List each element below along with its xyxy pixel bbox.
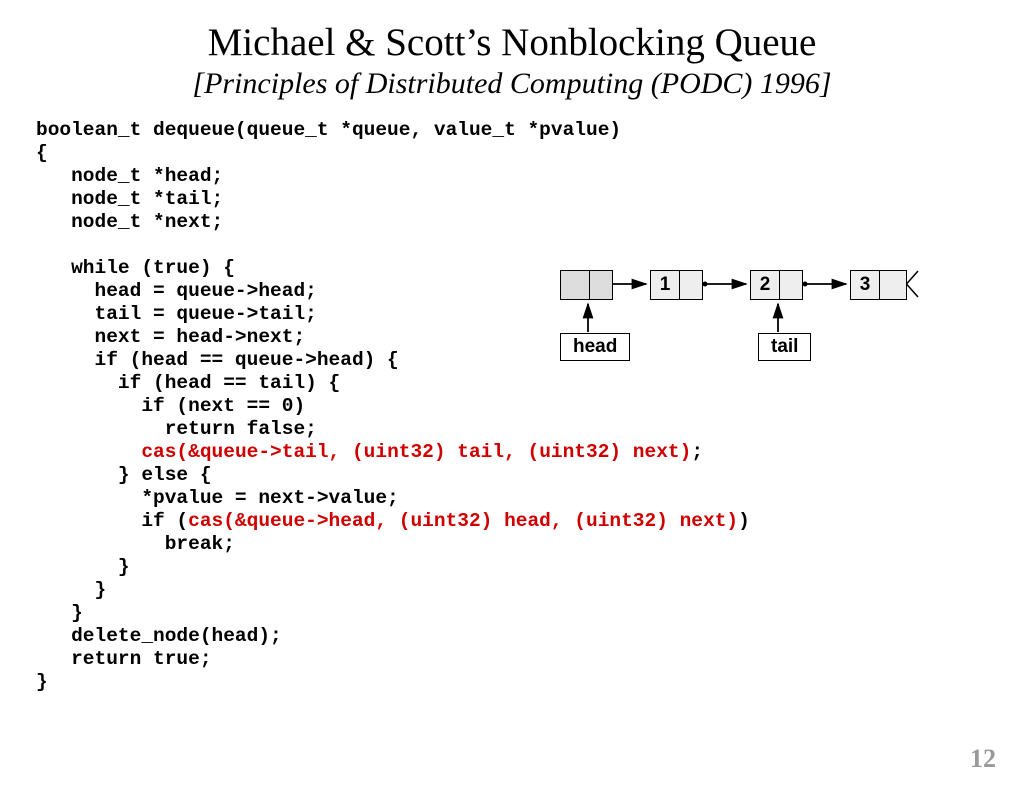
code-line: next = head->next; <box>36 326 305 348</box>
queue-node: 3 <box>850 270 907 300</box>
code-line: delete_node(head); <box>36 625 282 647</box>
code-line: } <box>36 556 130 578</box>
cas-call: cas(&queue->head, (uint32) head, (uint32… <box>188 510 738 532</box>
code-line: boolean_t dequeue(queue_t *queue, value_… <box>36 119 621 141</box>
code-line: if (head == queue->head) { <box>36 349 399 371</box>
node-pointer <box>679 271 702 299</box>
code-line: cas(&queue->tail, (uint32) tail, (uint32… <box>36 441 703 463</box>
code-line: { <box>36 142 48 164</box>
page-number: 12 <box>970 744 996 774</box>
code-line: } else { <box>36 464 212 486</box>
node-value: 3 <box>851 271 879 299</box>
code-block: boolean_t dequeue(queue_t *queue, value_… <box>36 119 1024 694</box>
code-line: return true; <box>36 648 212 670</box>
cas-call: cas(&queue->tail, (uint32) tail, (uint32… <box>141 441 691 463</box>
node-pointer <box>589 271 612 299</box>
code-line: node_t *head; <box>36 165 223 187</box>
code-line: while (true) { <box>36 257 235 279</box>
code-line: return false; <box>36 418 317 440</box>
code-line: tail = queue->tail; <box>36 303 317 325</box>
queue-diagram: 1 2 3 head tail <box>560 270 990 390</box>
queue-node: 2 <box>750 270 803 300</box>
code-line: break; <box>36 533 235 555</box>
queue-node: 1 <box>650 270 703 300</box>
queue-node-dummy <box>560 270 613 300</box>
code-line: node_t *next; <box>36 211 223 233</box>
tail-label: tail <box>758 333 811 361</box>
code-line: } <box>36 671 48 693</box>
code-line: *pvalue = next->value; <box>36 487 399 509</box>
code-line: } <box>36 579 106 601</box>
slide-subtitle: [Principles of Distributed Computing (PO… <box>0 67 1024 101</box>
code-line: node_t *tail; <box>36 188 223 210</box>
head-label: head <box>560 333 630 361</box>
code-line: head = queue->head; <box>36 280 317 302</box>
node-value: 1 <box>651 271 679 299</box>
node-pointer-null <box>879 271 906 299</box>
code-line: if (head == tail) { <box>36 372 340 394</box>
code-line: } <box>36 602 83 624</box>
code-line: if (next == 0) <box>36 395 305 417</box>
slide-title: Michael & Scott’s Nonblocking Queue <box>0 20 1024 65</box>
node-pointer <box>779 271 802 299</box>
node-value <box>561 271 589 299</box>
code-line: if (cas(&queue->head, (uint32) head, (ui… <box>36 510 750 532</box>
node-value: 2 <box>751 271 779 299</box>
